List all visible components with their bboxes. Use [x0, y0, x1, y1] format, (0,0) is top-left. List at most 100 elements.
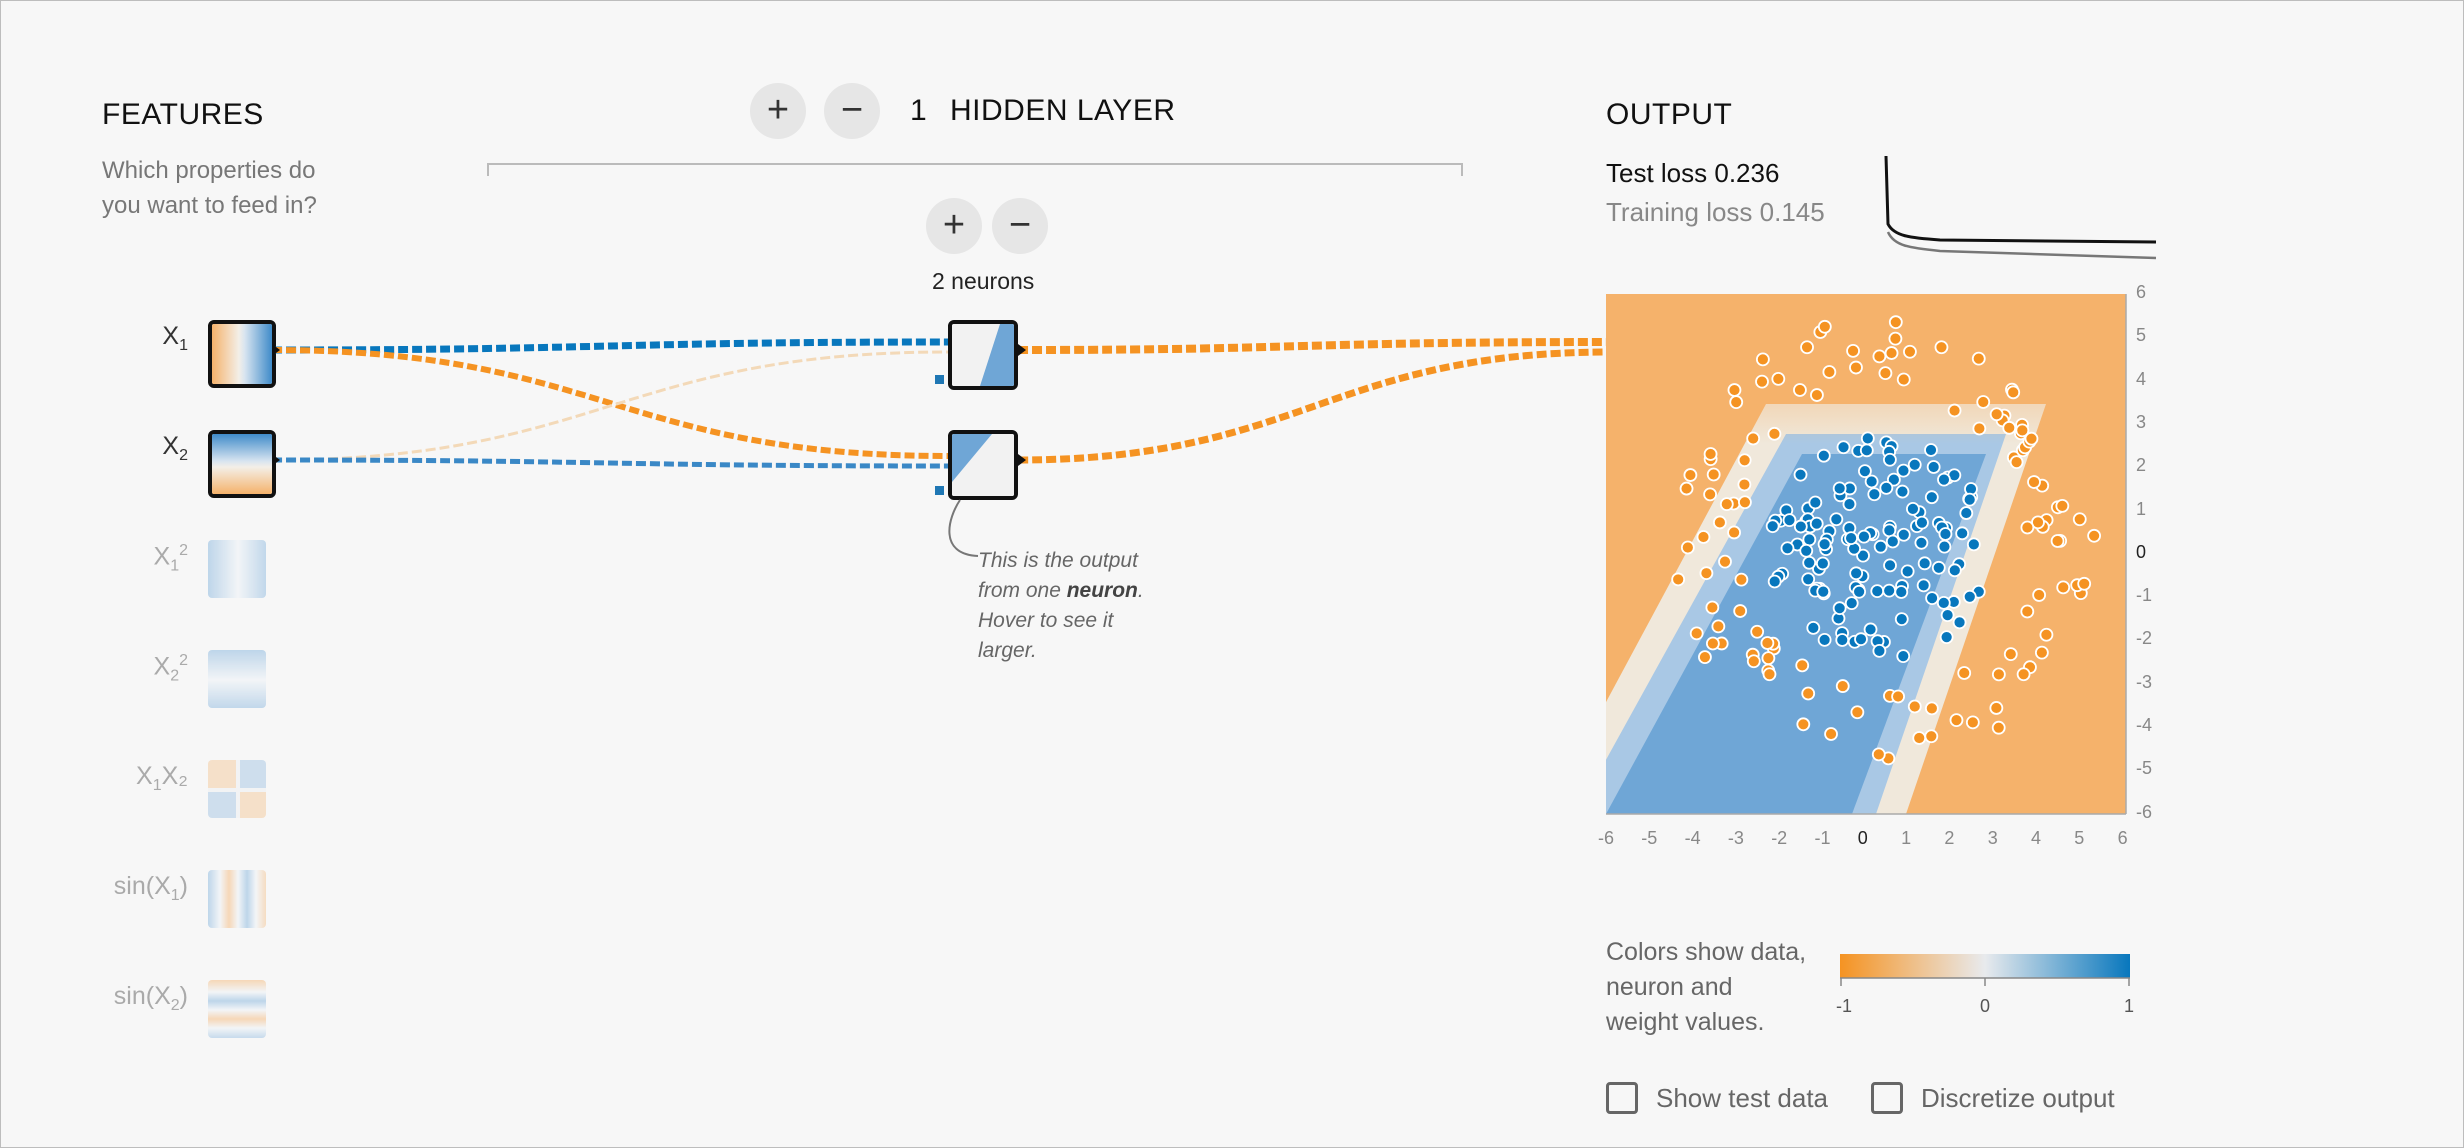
data-point: [1680, 540, 1695, 555]
data-point: [2016, 667, 2031, 682]
data-point: [1767, 574, 1782, 589]
data-point: [1689, 626, 1704, 641]
data-point: [1761, 651, 1776, 666]
data-point: [1971, 351, 1986, 366]
feature-sin-x2-box[interactable]: [208, 980, 266, 1038]
x-tick: 2: [1944, 828, 1955, 848]
data-point: [1696, 530, 1711, 544]
data-point: [1799, 543, 1814, 558]
data-point: [1872, 349, 1887, 364]
data-point: [1924, 490, 1939, 505]
data-point: [1824, 727, 1838, 741]
data-point: [1852, 584, 1867, 599]
data-point: [2039, 627, 2054, 642]
data-point: [1991, 720, 2006, 735]
data-point: [1916, 578, 1931, 593]
data-point: [1939, 630, 1954, 645]
neuron-1-bias[interactable]: [935, 375, 944, 384]
data-point: [1903, 344, 1917, 359]
discretize-output-label: Discretize output: [1921, 1082, 2115, 1113]
data-point: [1925, 591, 1939, 606]
data-point: [1991, 667, 2006, 682]
data-point: [2087, 528, 2102, 543]
data-point: [1835, 633, 1850, 647]
neuron-2[interactable]: [948, 430, 1018, 500]
data-point: [1867, 487, 1882, 502]
data-point: [2006, 385, 2021, 400]
data-point: [1703, 487, 1718, 502]
data-point: [1879, 480, 1894, 495]
x-tick: -2: [1771, 828, 1788, 848]
neuron-annotation: This is the output from one neuron. Hove…: [978, 549, 1144, 662]
data-point: [1976, 395, 1991, 409]
data-point: [1817, 632, 1832, 647]
data-point: [1895, 484, 1910, 499]
data-point: [1912, 731, 1927, 745]
data-point: [1947, 563, 1962, 578]
data-point: [2020, 520, 2035, 535]
data-point: [1882, 523, 1897, 538]
data-point: [1883, 558, 1897, 573]
show-test-data-toggle[interactable]: Show test data: [1606, 1082, 1828, 1114]
feature-x2-squared-box[interactable]: [208, 650, 266, 708]
data-point: [1760, 636, 1775, 650]
feature-x1-squared-box[interactable]: [208, 540, 266, 598]
x-tick: 4: [2031, 828, 2042, 848]
neuron-1[interactable]: [948, 320, 1018, 390]
data-point: [1712, 515, 1727, 530]
data-point: [1718, 554, 1732, 569]
data-point: [1771, 371, 1786, 386]
discretize-output-toggle[interactable]: Discretize output: [1871, 1082, 2115, 1114]
data-point: [1989, 407, 2004, 422]
data-point: [1885, 534, 1900, 549]
x-tick: -1: [1814, 828, 1831, 848]
show-test-data-checkbox[interactable]: [1606, 1082, 1638, 1114]
data-point: [1955, 526, 1970, 541]
data-point: [1802, 532, 1817, 547]
x-tick: 0: [1857, 828, 1868, 848]
data-point: [1802, 555, 1817, 570]
annotation-pointer: [948, 499, 979, 557]
data-point: [1872, 643, 1887, 658]
data-point: [1671, 572, 1686, 587]
feature-label-6: sin(X2): [113, 982, 188, 1014]
data-point: [1711, 619, 1726, 634]
data-point: [1959, 506, 1974, 520]
data-point: [2002, 420, 2017, 435]
data-point: [2072, 512, 2087, 527]
data-point: [1871, 747, 1886, 762]
feature-sin-x1-box[interactable]: [208, 870, 266, 928]
data-point: [1793, 383, 1807, 397]
data-point: [1896, 372, 1911, 387]
test-loss-curve: [1884, 155, 2157, 244]
y-tick: -2: [2136, 628, 2153, 649]
data-point: [1888, 315, 1903, 330]
y-tick: -5: [2136, 758, 2153, 779]
data-point: [1896, 463, 1911, 478]
data-point: [1793, 467, 1808, 482]
neuron-2-bias[interactable]: [935, 486, 944, 495]
output-title: OUTPUT: [1606, 98, 1733, 131]
x-tick: -5: [1641, 828, 1658, 848]
data-point: [1860, 431, 1875, 446]
data-point: [1962, 492, 1977, 507]
loss-chart: [1884, 155, 2157, 260]
data-point: [1844, 596, 1859, 611]
data-point: [2009, 455, 2024, 470]
data-point: [1937, 539, 1952, 554]
discretize-output-checkbox[interactable]: [1871, 1082, 1903, 1114]
data-point: [1755, 352, 1770, 367]
data-point: [1782, 513, 1797, 528]
data-point: [1926, 460, 1941, 474]
link-n2-out: [1017, 348, 1611, 464]
data-point: [1849, 360, 1863, 375]
link-x2-n2: [271, 457, 949, 469]
feature-x1x2-box[interactable]: [208, 760, 266, 818]
data-point: [1842, 497, 1857, 512]
data-point: [1906, 501, 1920, 516]
data-point: [1888, 331, 1903, 346]
y-tick: -4: [2136, 715, 2153, 735]
y-tick: -1: [2136, 585, 2153, 606]
data-point: [2003, 647, 2018, 662]
data-point: [1934, 340, 1949, 355]
